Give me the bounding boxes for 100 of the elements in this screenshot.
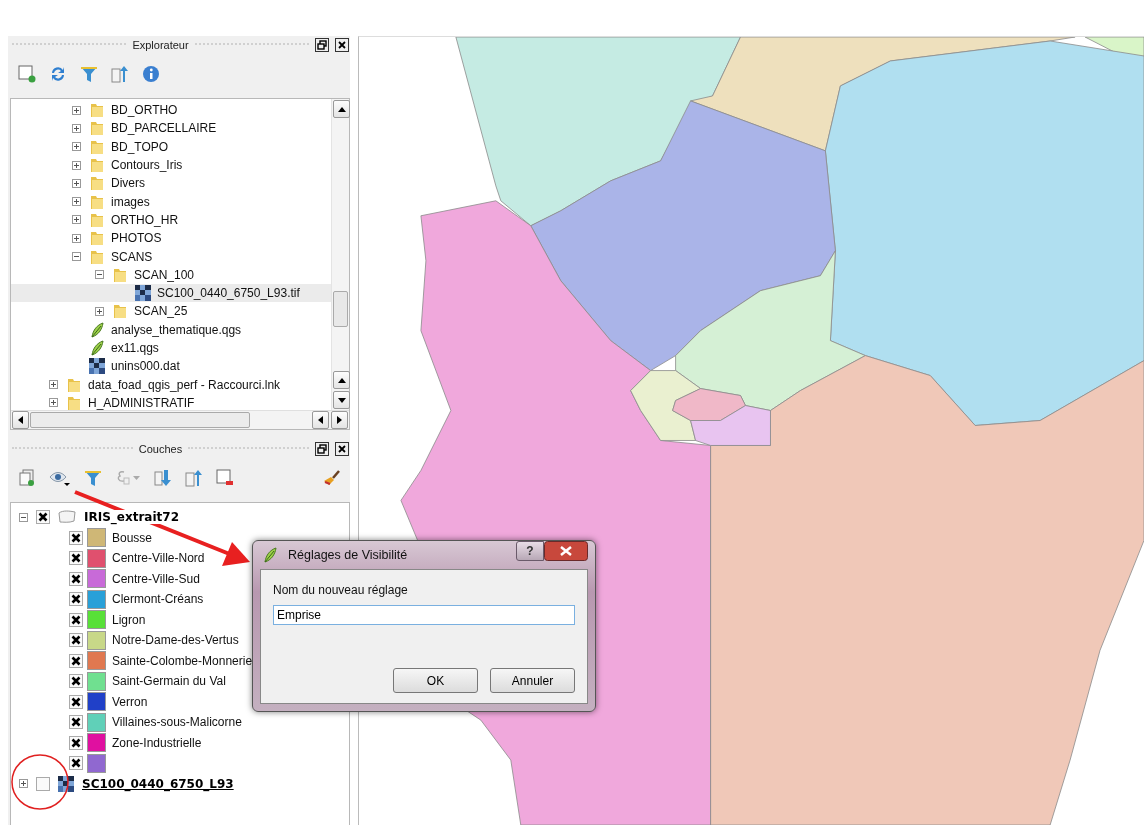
close-icon[interactable] [335,442,349,456]
checkbox[interactable] [69,674,83,689]
float-icon[interactable] [315,38,329,52]
vertical-scrollbar[interactable] [331,99,349,410]
tree-row[interactable]: Divers [11,174,331,193]
checkbox[interactable] [69,633,83,648]
add-layer-icon[interactable] [18,65,36,83]
checkbox[interactable] [36,776,50,791]
expand-icon[interactable] [19,779,28,789]
tree-row[interactable]: BD_TOPO [11,137,331,156]
scroll-thumb[interactable] [30,412,250,428]
expand-icon[interactable] [95,306,104,316]
collapse-all-icon[interactable] [111,65,129,83]
move-down-icon[interactable] [154,469,172,487]
folder-icon [89,230,105,247]
tree-item-label: analyse_thematique.qgs [111,322,242,337]
layer-name[interactable]: SC100_0440_6750_L93 [82,776,234,791]
left-arrow-icon[interactable] [18,416,23,424]
float-icon[interactable] [315,442,329,456]
checkbox[interactable] [69,530,83,545]
collapse-icon[interactable] [19,512,28,522]
tree-item-label: ex11.qgs [111,341,159,355]
expand-icon[interactable] [72,178,81,188]
tree-row[interactable]: SCANS [11,247,331,266]
tree-row[interactable]: images [11,192,331,211]
checkbox[interactable] [36,510,50,525]
help-button[interactable]: ? [516,541,544,561]
checkbox[interactable] [69,612,83,627]
down-arrow-icon[interactable] [337,397,346,403]
folder-icon [89,120,105,137]
tree-row[interactable]: Contours_Iris [11,155,331,175]
tree-row[interactable]: SCAN_100 [11,265,331,284]
expand-icon[interactable] [72,105,81,115]
expand-icon[interactable] [72,215,81,225]
layer-name[interactable]: IRIS_extrait72 [84,510,179,525]
tree-item-label: BD_PARCELLAIRE [111,121,217,136]
right-arrow-icon[interactable] [337,416,342,424]
tree-row[interactable]: unins000.dat [11,357,331,376]
expand-icon[interactable] [72,160,81,170]
expand-icon[interactable] [72,197,81,207]
dialog-button[interactable]: OK [393,668,478,693]
folder-icon [66,376,82,393]
tree-row[interactable]: ORTHO_HR [11,210,331,230]
class-label: Saint-Germain du Val [112,674,226,689]
expand-icon[interactable] [72,142,81,152]
tree-row[interactable]: BD_ORTHO [11,101,331,120]
checkbox[interactable] [69,592,83,607]
tree-item-label: BD_TOPO [111,139,169,154]
left-arrow-icon[interactable] [318,416,323,424]
brush-icon[interactable] [322,469,340,487]
checkbox[interactable] [69,551,83,566]
add-group-icon[interactable] [18,469,36,487]
tree-row[interactable]: PHOTOS [11,229,331,248]
dialog-button[interactable]: Annuler [490,668,575,693]
tree-row[interactable]: SCAN_25 [11,302,331,321]
tree-row[interactable]: data_foad_qgis_perf - Raccourci.lnk [11,375,331,394]
filter-icon[interactable] [84,469,102,487]
expand-icon[interactable] [72,233,81,243]
class-label: Zone-Industrielle [112,735,202,750]
tree-row[interactable]: ex11.qgs [11,338,331,358]
info-icon[interactable] [142,65,160,83]
tree-row[interactable]: BD_PARCELLAIRE [11,119,331,138]
tree-item-label: Divers [111,176,145,191]
tree-row[interactable]: SC100_0440_6750_L93.tif [11,283,331,303]
class-label: Bousse [112,530,153,545]
expand-icon[interactable] [72,123,81,133]
name-field[interactable]: Emprise [273,605,575,625]
checkbox[interactable] [69,653,83,668]
tree-item-label: SCAN_100 [134,267,195,282]
expand-icon[interactable] [49,398,58,408]
eye-icon[interactable] [49,469,71,487]
class-label: Centre-Ville-Sud [112,571,200,586]
checkbox[interactable] [69,735,83,750]
collapse-icon[interactable] [72,252,81,261]
tree-row[interactable]: analyse_thematique.qgs [11,320,331,339]
folder-icon [89,138,105,155]
refresh-icon[interactable] [49,65,67,83]
close-icon[interactable] [544,541,588,561]
checkbox[interactable] [69,571,83,586]
horizontal-scrollbar[interactable] [11,410,349,429]
filter-icon[interactable] [80,65,98,83]
scroll-thumb[interactable] [333,291,348,327]
folder-icon [112,303,128,320]
class-label: Clermont-Créans [112,592,204,607]
collapse-icon[interactable] [95,270,104,280]
expand-icon[interactable] [49,380,58,390]
leaf-icon [89,340,105,356]
tree-row[interactable]: H_ADMINISTRATIF [11,393,331,410]
checkbox[interactable] [69,715,83,730]
field-label: Nom du nouveau réglage [273,583,409,597]
folder-icon [89,157,105,174]
tree-item-label: images [111,194,150,209]
expression-icon [115,469,141,487]
move-up-icon[interactable] [185,469,203,487]
checkbox[interactable] [69,694,83,709]
remove-layer-icon[interactable] [216,469,234,487]
up-arrow-icon[interactable] [337,377,346,383]
checkbox[interactable] [69,756,83,771]
close-icon[interactable] [335,38,349,52]
up-arrow-icon[interactable] [337,106,346,112]
